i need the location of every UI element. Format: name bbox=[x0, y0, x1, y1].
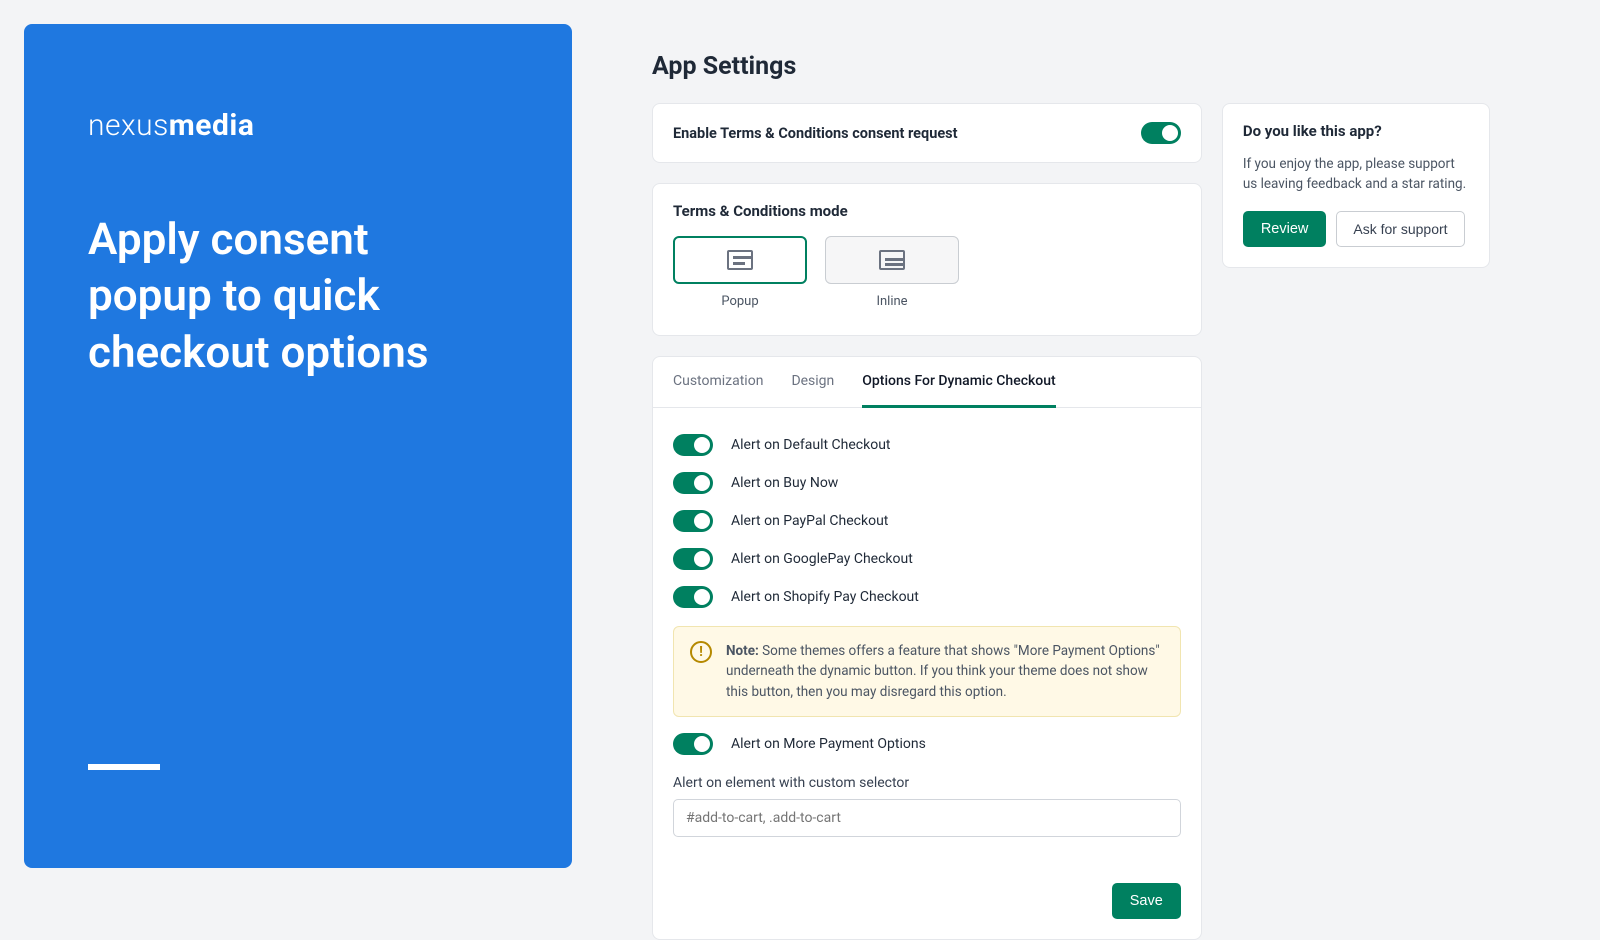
toggle-googlepay[interactable] bbox=[673, 548, 713, 570]
mode-label-inline: Inline bbox=[876, 294, 907, 309]
mode-option-inline[interactable]: Inline bbox=[825, 236, 959, 309]
window-popup-icon bbox=[727, 250, 753, 270]
tabs: Customization Design Options For Dynamic… bbox=[653, 357, 1201, 408]
enable-card: Enable Terms & Conditions consent reques… bbox=[652, 103, 1202, 163]
hero-underline bbox=[88, 764, 160, 770]
toggle-label: Alert on PayPal Checkout bbox=[731, 513, 888, 529]
toggle-row-paypal: Alert on PayPal Checkout bbox=[673, 502, 1181, 540]
toggle-shopifypay[interactable] bbox=[673, 586, 713, 608]
review-button[interactable]: Review bbox=[1243, 211, 1327, 247]
note-box: ! Note: Some themes offers a feature tha… bbox=[673, 626, 1181, 717]
page-title: App Settings bbox=[652, 52, 1490, 81]
toggle-label: Alert on Default Checkout bbox=[731, 437, 891, 453]
note-body: Some themes offers a feature that shows … bbox=[726, 643, 1160, 700]
mode-box-popup bbox=[673, 236, 807, 284]
tab-dynamic-checkout[interactable]: Options For Dynamic Checkout bbox=[862, 357, 1055, 408]
toggle-label: Alert on Shopify Pay Checkout bbox=[731, 589, 919, 605]
note-text: Note: Some themes offers a feature that … bbox=[726, 641, 1164, 702]
custom-selector-label: Alert on element with custom selector bbox=[673, 775, 1181, 791]
toggle-row-googlepay: Alert on GooglePay Checkout bbox=[673, 540, 1181, 578]
toggle-row-buynow: Alert on Buy Now bbox=[673, 464, 1181, 502]
ask-support-button[interactable]: Ask for support bbox=[1336, 211, 1464, 247]
feedback-title: Do you like this app? bbox=[1243, 122, 1469, 140]
enable-label: Enable Terms & Conditions consent reques… bbox=[673, 125, 958, 142]
enable-toggle[interactable] bbox=[1141, 122, 1181, 144]
feedback-text: If you enjoy the app, please support us … bbox=[1243, 154, 1469, 195]
warning-icon: ! bbox=[690, 641, 712, 663]
brand-thin: nexus bbox=[88, 108, 169, 143]
mode-title: Terms & Conditions mode bbox=[673, 202, 1181, 220]
tab-design[interactable]: Design bbox=[791, 357, 834, 407]
brand-bold: media bbox=[169, 108, 255, 143]
tab-customization[interactable]: Customization bbox=[673, 357, 763, 407]
custom-selector-input[interactable] bbox=[673, 799, 1181, 837]
window-inline-icon bbox=[879, 250, 905, 270]
hero-headline: Apply consent popup to quick checkout op… bbox=[88, 211, 488, 380]
hero-panel: nexusmedia Apply consent popup to quick … bbox=[24, 24, 572, 868]
toggle-buy-now[interactable] bbox=[673, 472, 713, 494]
save-button[interactable]: Save bbox=[1112, 883, 1181, 919]
tabs-card: Customization Design Options For Dynamic… bbox=[652, 356, 1202, 940]
mode-box-inline bbox=[825, 236, 959, 284]
feedback-card: Do you like this app? If you enjoy the a… bbox=[1222, 103, 1490, 268]
mode-label-popup: Popup bbox=[721, 294, 758, 309]
toggle-default-checkout[interactable] bbox=[673, 434, 713, 456]
mode-option-popup[interactable]: Popup bbox=[673, 236, 807, 309]
toggle-row-more-options: Alert on More Payment Options bbox=[673, 725, 1181, 763]
toggle-row-default: Alert on Default Checkout bbox=[673, 426, 1181, 464]
toggle-paypal[interactable] bbox=[673, 510, 713, 532]
toggle-label: Alert on GooglePay Checkout bbox=[731, 551, 913, 567]
toggle-label: Alert on More Payment Options bbox=[731, 736, 926, 752]
mode-card: Terms & Conditions mode Popup bbox=[652, 183, 1202, 336]
toggle-row-shopifypay: Alert on Shopify Pay Checkout bbox=[673, 578, 1181, 616]
note-prefix: Note: bbox=[726, 643, 759, 659]
brand-logo: nexusmedia bbox=[88, 108, 508, 143]
toggle-more-payment-options[interactable] bbox=[673, 733, 713, 755]
toggle-label: Alert on Buy Now bbox=[731, 475, 838, 491]
